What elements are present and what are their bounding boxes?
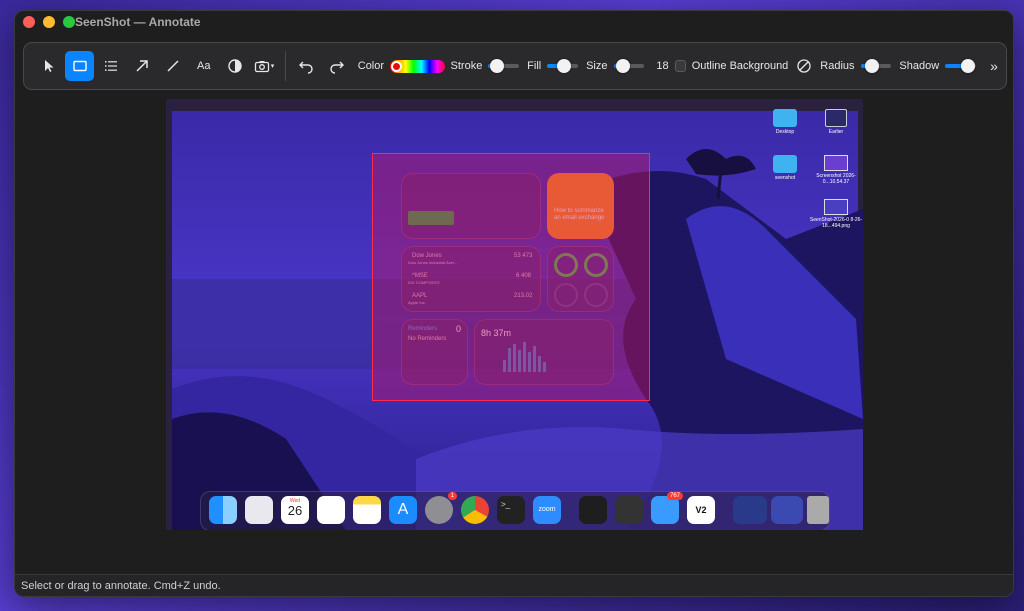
arrow-up-right-icon [136,60,148,72]
terminal-icon: >_ [497,496,525,524]
mail-icon: 767 [651,492,683,524]
undo-button[interactable] [292,51,321,81]
notes-icon [353,496,381,524]
stroke-slider[interactable] [488,59,520,73]
text-aa-icon: Aa [197,60,211,72]
line-tool[interactable] [158,51,187,81]
system-settings-icon: 1 [425,492,457,524]
calendar-date: 26 [287,503,303,518]
status-bar: Select or drag to annotate. Cmd+Z undo. [15,574,1013,596]
line-icon [167,60,179,72]
seenshot-png-file-icon: SeenShot-2026-0 8-26-18...494.png [809,199,863,229]
toolbar-divider [284,51,286,81]
desktop-icon-label: Earlier [828,129,844,135]
recent-window-icon [733,496,767,524]
reminders-app-icon [317,496,345,524]
app-store-icon: A [389,496,417,524]
desktop-icon-label: Screenshot 2026-0...10.54.37 [816,173,856,185]
recent-window-icon [771,496,803,524]
color-label: Color [357,60,385,72]
calendar-icon: Wed 26 [281,496,309,524]
mail-badge: 767 [666,492,683,500]
desktop-icon-label: seenshot [774,175,796,181]
minimize-button[interactable] [43,16,55,28]
undo-icon [299,61,313,74]
double-chevron-right-icon: » [990,58,998,74]
arrow-tool[interactable] [127,51,156,81]
rectangle-tool[interactable] [65,51,95,81]
earlier-folder-icon: Earlier [809,109,863,135]
numbered-list-icon [104,61,117,71]
desktop-icon-label: SeenShot-2026-0 8-26-18...494.png [809,217,863,229]
size-label: Size [586,60,608,72]
launchpad-icon [245,496,273,524]
zoom-label: zoom [538,506,556,513]
select-tool[interactable] [34,51,63,81]
radius-slider[interactable] [860,59,892,73]
redo-button[interactable] [323,51,352,81]
selected-color-swatch [391,60,403,72]
v2-app-icon: V2 [687,496,715,524]
maximize-button[interactable] [63,16,75,28]
radius-label: Radius [820,60,855,72]
desktop-icon-label: Desktop [775,129,795,135]
annotation-canvas[interactable]: How to summarize an email exchange Dow J… [166,99,863,530]
list-tool[interactable] [96,51,125,81]
cursor-arrow-icon [44,60,54,72]
annotation-rectangle[interactable] [372,153,650,401]
contrast-icon [228,59,242,73]
window-controls [23,16,75,28]
shadow-label: Shadow [899,60,940,72]
trash-icon [807,496,829,524]
cube-app-icon [615,496,643,524]
figma-icon [579,496,607,524]
more-button[interactable]: » [984,51,1004,81]
fill-label: Fill [527,60,542,72]
text-tool[interactable]: Aa [189,51,218,81]
dock: Wed 26 A 1 >_ zoom 767 V2 [200,491,830,530]
rectangle-icon [72,60,87,72]
seenshot-folder-icon: seenshot [758,155,812,181]
redo-icon [330,61,345,74]
color-picker[interactable] [390,59,445,73]
chevron-down-icon: ▾ [270,63,275,70]
zoom-icon: zoom [533,496,561,524]
camera-tool[interactable]: ▾ [251,51,276,81]
settings-badge: 1 [447,492,457,500]
v2-label: V2 [695,505,707,515]
size-slider[interactable] [613,59,645,73]
shadow-slider[interactable] [945,59,977,73]
size-value: 18 [656,60,669,72]
chrome-icon [461,496,489,524]
window-title: SeenShot — Annotate [75,15,201,29]
contrast-tool[interactable] [220,51,249,81]
annotation-toolbar: Aa ▾ Color Stroke Fill Size 18 Outline B… [23,42,1007,90]
outline-background-checkbox[interactable] [674,60,686,72]
camera-icon [254,61,269,73]
no-fill-button[interactable] [794,51,814,81]
finder-icon [209,496,237,524]
stroke-label: Stroke [450,60,483,72]
annotate-window: SeenShot — Annotate Aa ▾ Color Stroke Fi… [14,10,1014,597]
desktop-folder-icon: Desktop [758,109,812,135]
slash-circle-icon [797,59,811,73]
title-bar: SeenShot — Annotate [15,11,1013,33]
outline-background-label: Outline Background [691,60,789,72]
fill-slider[interactable] [547,59,579,73]
close-button[interactable] [23,16,35,28]
screenshot-file-icon: Screenshot 2026-0...10.54.37 [809,155,863,185]
